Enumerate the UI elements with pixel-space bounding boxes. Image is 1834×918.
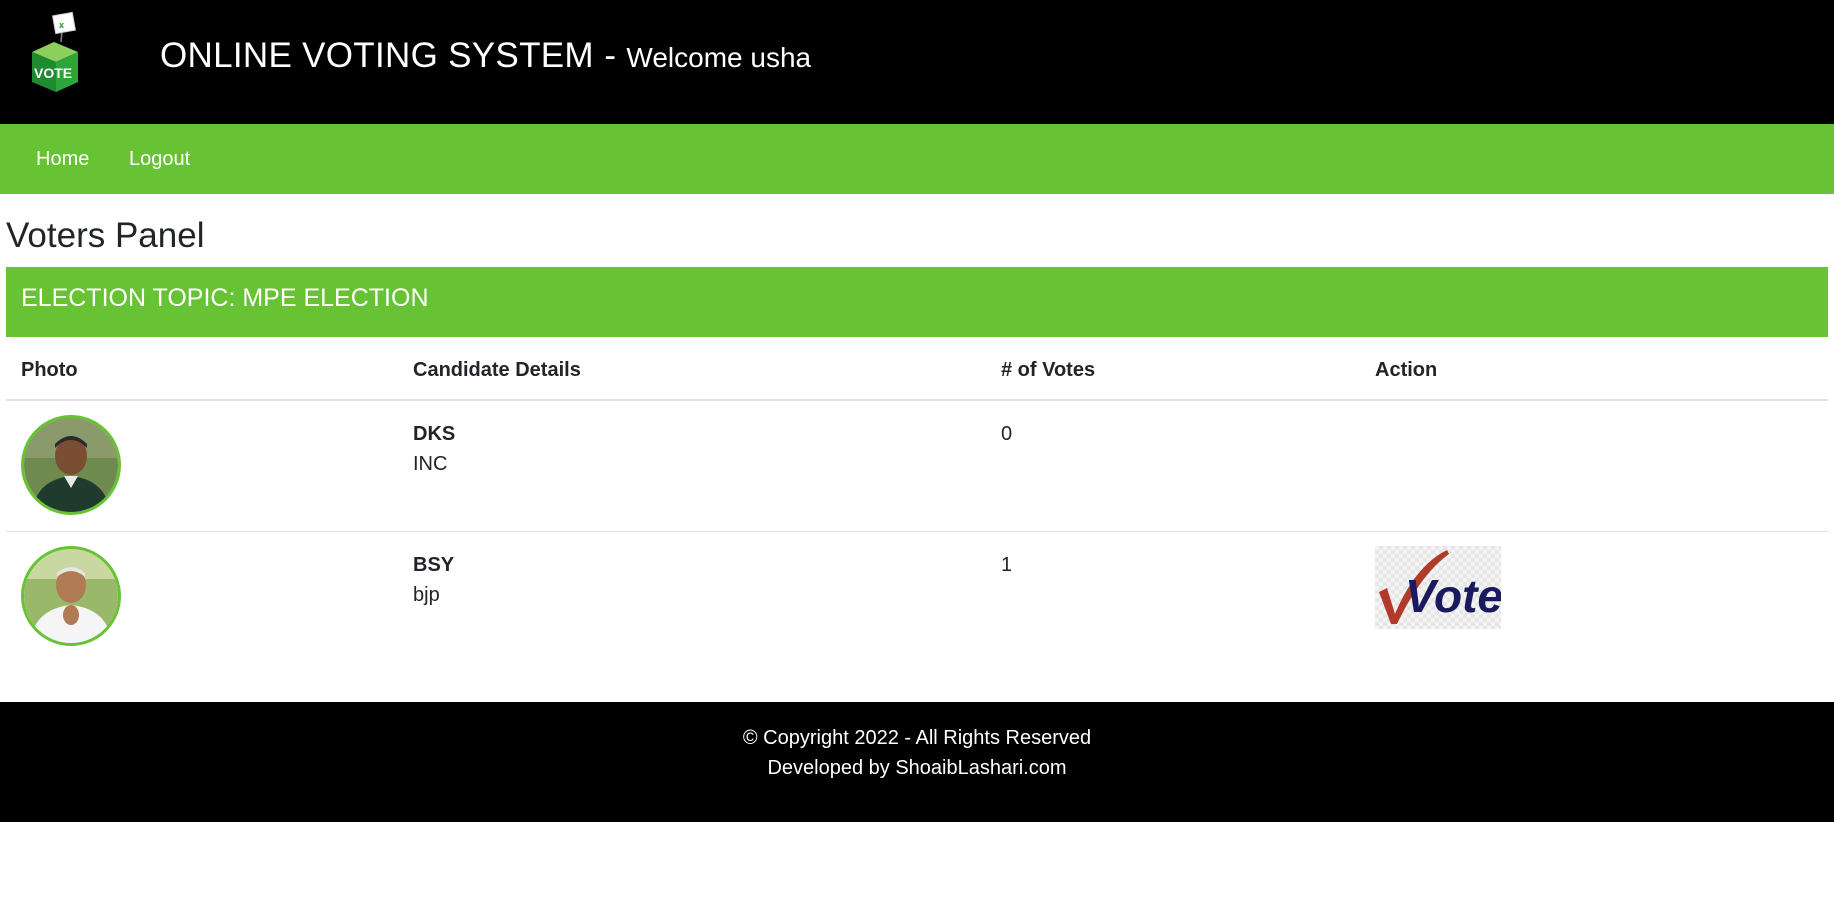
candidate-vote-count: 0 (1001, 423, 1013, 445)
table-row: BSY bjp 1 Vote (6, 532, 1828, 663)
site-footer: © Copyright 2022 - All Rights Reserved D… (0, 702, 1834, 822)
title-separator: - (604, 36, 616, 75)
site-header: x VOTE ONLINE VOTING SYSTEM - Welcome us… (0, 0, 1834, 124)
nav-logout-link[interactable]: Logout (129, 148, 190, 171)
footer-copyright: © Copyright 2022 - All Rights Reserved (742, 727, 1092, 749)
footer-developer: Developed by ShoaibLashari.com (767, 757, 1067, 779)
vote-image-text: Vote (1405, 570, 1501, 622)
table-row: DKS INC 0 (6, 401, 1828, 532)
main-navbar: Home Logout (0, 124, 1834, 194)
header-title: ONLINE VOTING SYSTEM - Welcome usha (160, 36, 811, 76)
candidate-photo (21, 415, 121, 515)
logo-text: VOTE (34, 65, 72, 81)
candidate-party: INC (413, 453, 448, 475)
nav-home-link[interactable]: Home (36, 148, 89, 171)
page-title: Voters Panel (6, 216, 205, 255)
candidate-name: DKS (413, 423, 456, 445)
candidate-name: BSY (413, 554, 455, 576)
candidate-photo (21, 546, 121, 646)
svg-text:x: x (59, 20, 64, 30)
header-candidate-details: Candidate Details (413, 359, 581, 381)
header-photo: Photo (21, 359, 78, 381)
table-header-row: Photo Candidate Details # of Votes Actio… (6, 337, 1828, 401)
vote-box-logo: x VOTE (28, 11, 82, 92)
header-votes: # of Votes (1001, 359, 1096, 381)
election-topic: ELECTION TOPIC: MPE ELECTION (21, 284, 429, 312)
candidates-table: Photo Candidate Details # of Votes Actio… (6, 337, 1828, 663)
welcome-message: Welcome usha (626, 42, 812, 73)
candidate-party: bjp (413, 584, 440, 606)
candidate-vote-count: 1 (1001, 554, 1013, 576)
app-title: ONLINE VOTING SYSTEM (160, 36, 594, 75)
election-topic-bar: ELECTION TOPIC: MPE ELECTION (6, 267, 1828, 337)
header-action: Action (1375, 359, 1438, 381)
vote-button[interactable]: Vote (1375, 546, 1503, 629)
